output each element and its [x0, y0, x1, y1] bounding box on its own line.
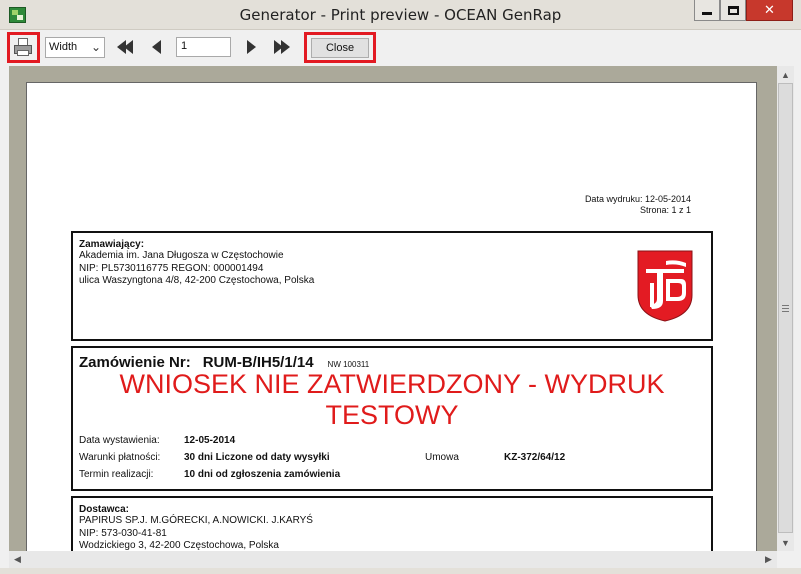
- print-highlight-box: [7, 32, 40, 63]
- minimize-button[interactable]: [694, 0, 720, 21]
- orderer-line3: ulica Waszyngtona 4/8, 42-200 Częstochow…: [79, 275, 315, 286]
- scrollbar-corner: [777, 551, 794, 568]
- supplier-box: Dostawca: PAPIRUS SP.J. M.GÓRECKI, A.NOW…: [71, 496, 713, 551]
- issue-date-label: Data wystawienia:: [79, 435, 160, 446]
- zoom-select[interactable]: Width ⌄: [45, 37, 105, 58]
- contract-value: KZ-372/64/12: [504, 452, 566, 463]
- chevron-down-icon: ⌄: [90, 40, 101, 54]
- payment-terms-value: 30 dni Liczone od daty wysyłki: [184, 452, 330, 463]
- page-info: Strona: 1 z 1: [639, 205, 691, 215]
- preview-area[interactable]: Data wydruku: 12-05-2014 Strona: 1 z 1 Z…: [9, 66, 777, 551]
- title-bar: Generator - Print preview - OCEAN GenRap…: [0, 0, 801, 30]
- supplier-line2: NIP: 573-030-41-81: [79, 527, 167, 539]
- last-page-icon-part: [281, 40, 290, 54]
- maximize-button[interactable]: [720, 0, 746, 21]
- scroll-right-icon[interactable]: ▶: [760, 551, 777, 568]
- university-crest-logo: [637, 250, 693, 322]
- orderer-heading: Zamawiający:: [79, 239, 145, 250]
- status-bar: [0, 568, 801, 574]
- scroll-left-icon[interactable]: ◀: [9, 551, 26, 568]
- contract-label: Umowa: [425, 452, 459, 463]
- minimize-icon: [702, 12, 712, 15]
- horizontal-scrollbar[interactable]: ◀ ▶: [9, 551, 777, 568]
- orderer-line1: Akademia im. Jana Długosza w Częstochowi…: [79, 250, 284, 261]
- print-date-block: Data wydruku: 12-05-2014 Strona: 1 z 1: [585, 194, 691, 216]
- document-page: Data wydruku: 12-05-2014 Strona: 1 z 1 Z…: [26, 82, 757, 551]
- vertical-scroll-thumb[interactable]: [778, 83, 793, 533]
- orderer-box: Zamawiający: Akademia im. Jana Długosza …: [71, 231, 713, 341]
- supplier-line3: Wodzickiego 3, 42-200 Częstochowa, Polsk…: [79, 540, 279, 551]
- scroll-up-icon[interactable]: ▲: [777, 66, 794, 83]
- close-icon: ✕: [764, 2, 775, 18]
- print-date: Data wydruku: 12-05-2014: [584, 194, 691, 204]
- payment-terms-label: Warunki płatności:: [79, 452, 161, 463]
- next-page-icon: [247, 40, 256, 54]
- payment-terms-row: Warunki płatności: 30 dni Liczone od daty…: [79, 452, 330, 463]
- toolbar: Width ⌄ 1 Close: [0, 31, 801, 64]
- deadline-value: 10 dni od zgłoszenia zamówienia: [184, 469, 341, 480]
- grip-icon: [782, 304, 789, 312]
- maximize-icon: [727, 5, 739, 15]
- supplier-heading: Dostawca:: [79, 504, 130, 515]
- supplier-line1: PAPIRUS SP.J. M.GÓRECKI, A.NOWICKI. J.KA…: [79, 515, 313, 526]
- last-page-button[interactable]: [274, 39, 290, 55]
- first-page-icon-part: [124, 40, 133, 54]
- window-close-button[interactable]: ✕: [746, 0, 793, 21]
- warning-line2: TESTOWY: [325, 400, 459, 430]
- issue-date-value: 12-05-2014: [184, 435, 236, 446]
- warning-line1: WNIOSEK NIE ZATWIERDZONY - WYDRUK: [119, 369, 665, 399]
- test-print-warning: WNIOSEK NIE ZATWIERDZONY - WYDRUK TESTOW…: [73, 369, 711, 431]
- orderer-line2: NIP: PL5730116775 REGON: 000001494: [79, 262, 264, 274]
- window-title: Generator - Print preview - OCEAN GenRap: [239, 6, 562, 24]
- previous-page-button[interactable]: [150, 39, 166, 55]
- previous-page-icon: [152, 40, 161, 54]
- order-nw: NW 100311: [327, 360, 370, 369]
- deadline-label: Termin realizacji:: [79, 469, 154, 480]
- issue-date-row: Data wystawienia: 12-05-2014: [79, 435, 235, 446]
- zoom-value: Width: [49, 41, 78, 53]
- first-page-button[interactable]: [117, 39, 133, 55]
- close-highlight-box: [304, 32, 376, 63]
- next-page-button[interactable]: [245, 39, 261, 55]
- scroll-down-icon[interactable]: ▼: [777, 534, 794, 551]
- vertical-scrollbar[interactable]: ▲ ▼: [777, 66, 794, 551]
- deadline-row: Termin realizacji: 10 dni od zgłoszenia z…: [79, 469, 340, 480]
- order-box: Zamówienie Nr: RUM-B/IH5/1/14 NW 100311 …: [71, 346, 713, 491]
- page-number-input[interactable]: 1: [176, 37, 231, 57]
